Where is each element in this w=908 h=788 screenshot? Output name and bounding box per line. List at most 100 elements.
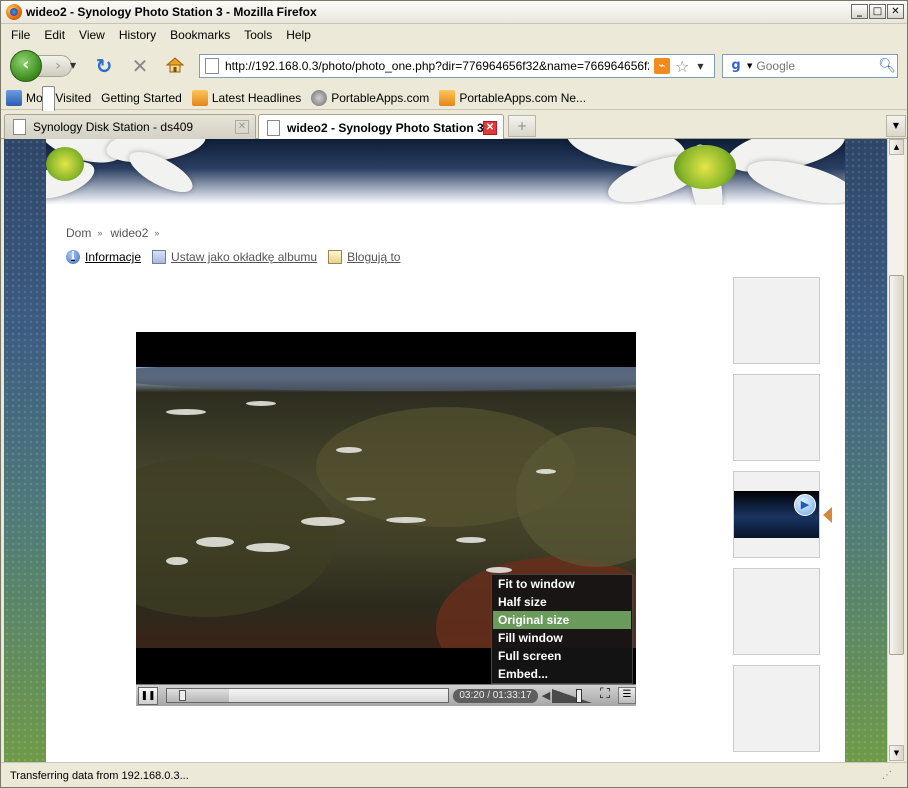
video-player[interactable]: Fit to window Half size Original size Fi… xyxy=(136,332,637,706)
thumbnail[interactable] xyxy=(733,665,820,752)
bookmark-label: PortableApps.com xyxy=(331,90,430,105)
menu-bar: File Edit View History Bookmarks Tools H… xyxy=(0,24,908,46)
back-icon: ‹ xyxy=(22,54,30,75)
tab-label: wideo2 - Synology Photo Station 3 xyxy=(287,120,483,135)
time-display: 03:20 / 01:33:17 xyxy=(453,688,538,703)
menu-original-size[interactable]: Original size xyxy=(493,611,631,629)
volume-handle[interactable] xyxy=(575,688,582,703)
scroll-thumb[interactable] xyxy=(889,275,904,655)
resize-grip-icon[interactable]: ⋰ xyxy=(882,770,892,781)
bookmark-label: Latest Headlines xyxy=(211,90,302,105)
set-cover-link[interactable]: Ustaw jako okładkę albumu xyxy=(152,250,317,264)
reload-icon[interactable]: ↻ xyxy=(93,55,115,77)
scroll-up-icon[interactable]: ▲ xyxy=(889,139,904,155)
blog-icon xyxy=(328,250,343,264)
bookmark-label: Getting Started xyxy=(101,90,182,105)
google-icon[interactable]: g xyxy=(726,57,746,75)
video-size-menu: Fit to window Half size Original size Fi… xyxy=(491,574,633,684)
search-input[interactable] xyxy=(756,59,877,73)
info-label: Informacje xyxy=(85,250,142,264)
info-link[interactable]: i Informacje xyxy=(66,250,141,264)
home-icon[interactable] xyxy=(164,55,186,77)
header-banner xyxy=(46,139,845,205)
menu-bookmarks[interactable]: Bookmarks xyxy=(163,28,237,42)
tab-bar: Synology Disk Station - ds409 ✕ wideo2 -… xyxy=(0,111,908,140)
menu-full-screen[interactable]: Full screen xyxy=(493,647,631,665)
page-icon xyxy=(267,119,280,136)
menu-history[interactable]: History xyxy=(112,28,163,42)
rss-icon xyxy=(191,89,208,106)
menu-half-size[interactable]: Half size xyxy=(493,593,631,611)
menu-embed[interactable]: Embed... xyxy=(493,665,631,683)
thumbnail[interactable] xyxy=(733,277,820,364)
photo-actions: i Informacje Ustaw jako okładkę albumu B… xyxy=(66,250,411,264)
firefox-logo-icon xyxy=(6,3,22,20)
tab-disk-station[interactable]: Synology Disk Station - ds409 ✕ xyxy=(4,114,256,139)
vertical-scrollbar[interactable]: ▲ ▼ xyxy=(887,139,904,762)
breadcrumb-album[interactable]: wideo2 xyxy=(110,226,148,240)
breadcrumb-home[interactable]: Dom xyxy=(66,226,91,240)
breadcrumb-separator: » xyxy=(154,228,160,238)
seek-buffered xyxy=(166,689,229,702)
set-cover-label: Ustaw jako okładkę albumu xyxy=(171,250,318,264)
thumbnail[interactable] xyxy=(733,374,820,461)
maximize-button[interactable]: □ xyxy=(869,4,886,19)
new-tab-button[interactable]: + xyxy=(508,115,536,137)
tab-list-dropdown-icon[interactable]: ▼ xyxy=(886,115,906,137)
menu-fit-to-window[interactable]: Fit to window xyxy=(493,575,631,593)
scroll-down-icon[interactable]: ▼ xyxy=(889,745,904,761)
bookmark-latest-headlines[interactable]: Latest Headlines xyxy=(191,89,302,106)
bookmark-portableapps-news[interactable]: PortableApps.com Ne... xyxy=(439,89,586,106)
close-tab-icon[interactable]: ✕ xyxy=(483,120,497,135)
title-bar: wideo2 - Synology Photo Station 3 - Mozi… xyxy=(0,0,908,24)
search-icon[interactable]: 🔍︎ xyxy=(878,58,896,74)
seek-bar[interactable] xyxy=(165,688,450,703)
active-thumbnail-arrow-icon xyxy=(823,507,832,523)
search-bar[interactable]: g ▼ 🔍︎ xyxy=(722,54,898,78)
forward-icon: › xyxy=(55,58,61,74)
fullscreen-icon[interactable]: ⛶ xyxy=(596,687,614,704)
status-text: Transferring data from 192.168.0.3... xyxy=(10,769,189,782)
thumbnail[interactable] xyxy=(733,568,820,655)
volume-slider[interactable] xyxy=(552,688,593,703)
album-cover-icon xyxy=(152,250,167,264)
stop-icon[interactable]: ✕ xyxy=(129,55,151,77)
pause-button[interactable]: ❚❚ xyxy=(138,686,158,705)
bookmarks-toolbar: Most Visited Getting Started Latest Head… xyxy=(0,86,908,709)
tab-label: Synology Disk Station - ds409 xyxy=(33,120,194,134)
bookmark-getting-started[interactable]: Getting Started xyxy=(42,86,182,709)
star-icon[interactable]: ☆ xyxy=(675,57,689,76)
menu-fill-window[interactable]: Fill window xyxy=(493,629,631,647)
menu-file[interactable]: File xyxy=(4,28,37,42)
history-dropdown-icon[interactable]: ▼ xyxy=(70,61,76,70)
minimize-button[interactable]: _ xyxy=(851,4,868,19)
thumbnail-active[interactable]: ▶ xyxy=(733,471,820,558)
time-current: 03:20 xyxy=(459,689,485,701)
bookmark-portableapps[interactable]: PortableApps.com xyxy=(311,89,430,106)
volume-icon[interactable]: ◀ xyxy=(542,689,550,702)
tab-photo-station[interactable]: wideo2 - Synology Photo Station 3 ✕ xyxy=(258,114,504,140)
breadcrumb: Dom » wideo2 » xyxy=(66,226,167,240)
url-dropdown-icon[interactable]: ▼ xyxy=(697,62,703,71)
navigation-toolbar: › ‹ ▼ ↻ ✕ http://192.168.0.3/photo/photo… xyxy=(0,46,908,86)
blog-link[interactable]: Blogują to xyxy=(328,250,400,264)
menu-tools[interactable]: Tools xyxy=(237,28,279,42)
portableapps-icon xyxy=(311,89,328,106)
page-icon xyxy=(13,119,26,135)
seek-handle[interactable] xyxy=(178,690,186,701)
menu-view[interactable]: View xyxy=(72,28,112,42)
forward-button[interactable]: › xyxy=(38,55,72,77)
video-play-icon: ▶ xyxy=(794,494,816,516)
back-button[interactable]: ‹ xyxy=(10,50,42,82)
photo-station-page: Dom » wideo2 » i Informacje Ustaw jako o… xyxy=(46,139,845,762)
address-bar[interactable]: http://192.168.0.3/photo/photo_one.php?d… xyxy=(199,54,715,78)
menu-edit[interactable]: Edit xyxy=(37,28,72,42)
close-button[interactable]: ✕ xyxy=(887,4,904,19)
search-engine-dropdown-icon[interactable]: ▼ xyxy=(747,62,752,70)
close-tab-icon[interactable]: ✕ xyxy=(235,120,249,134)
menu-help[interactable]: Help xyxy=(279,28,318,42)
rss-icon[interactable]: ⌁ xyxy=(654,58,670,74)
url-input[interactable]: http://192.168.0.3/photo/photo_one.php?d… xyxy=(225,59,649,73)
blog-label: Blogują to xyxy=(347,250,401,264)
player-menu-button[interactable]: ☰ xyxy=(618,687,637,704)
